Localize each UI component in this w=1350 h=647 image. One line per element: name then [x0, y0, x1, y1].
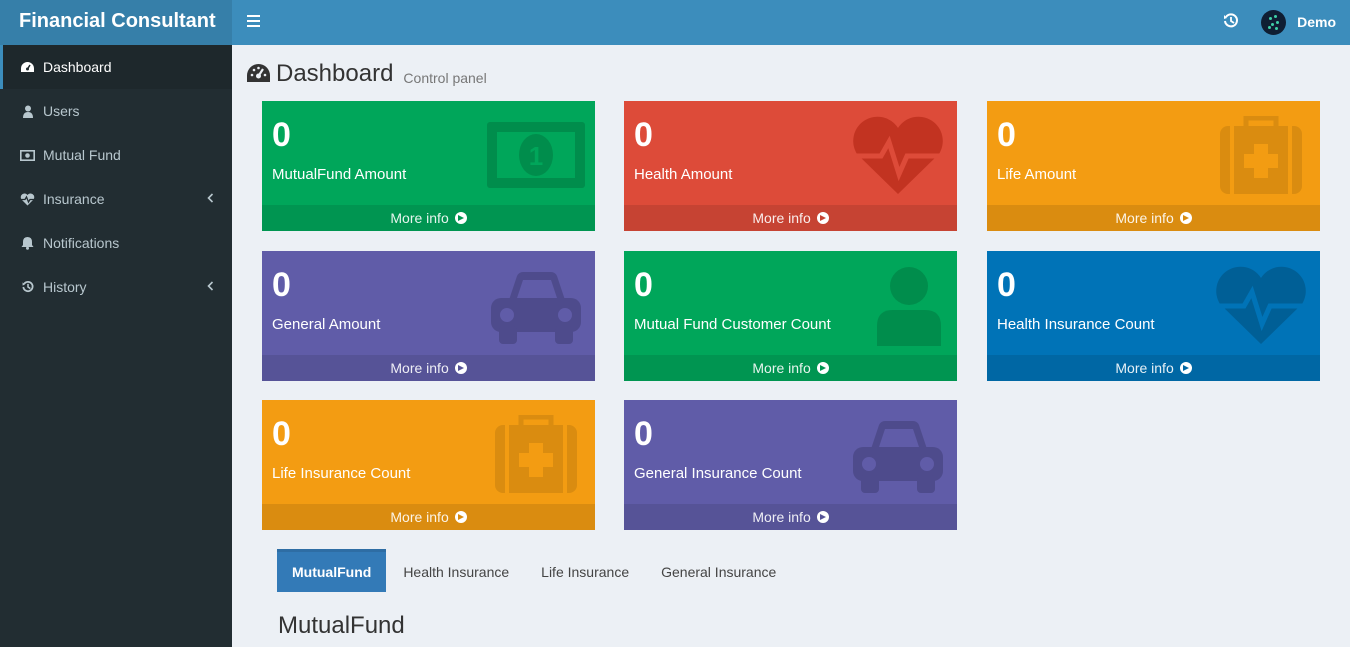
dashboard-icon	[247, 64, 270, 82]
sidebar-item-notifications[interactable]: Notifications	[0, 221, 232, 265]
dashboard-icon	[20, 60, 35, 75]
sidebar-item-history[interactable]: History	[0, 265, 232, 309]
hamburger-icon-bar	[247, 15, 260, 17]
page-subtitle: Control panel	[403, 70, 487, 86]
user-icon	[877, 267, 941, 346]
history-icon	[1224, 13, 1238, 28]
box-value: 0	[272, 415, 291, 453]
info-box-life-insurance-count: 0 Life Insurance Count More info	[262, 400, 595, 530]
box-value: 0	[997, 266, 1016, 304]
info-box-mutual-fund-customer-count: 0 Mutual Fund Customer Count More info	[624, 251, 957, 381]
info-box-health-insurance-count: 0 Health Insurance Count More info	[987, 251, 1320, 381]
box-label: Life Amount	[997, 166, 1077, 183]
tab-health-insurance[interactable]: Health Insurance	[388, 549, 524, 592]
info-box-general-insurance-count: 0 General Insurance Count More info	[624, 400, 957, 530]
more-info-link[interactable]: More info	[262, 205, 595, 231]
medkit-icon	[1220, 116, 1302, 194]
box-label: Life Insurance Count	[272, 465, 411, 482]
sidebar-item-label: Mutual Fund	[43, 147, 121, 163]
page-title: Dashboard	[276, 60, 394, 87]
user-menu[interactable]: Demo	[1261, 8, 1336, 36]
box-label: Health Amount	[634, 166, 733, 183]
sidebar-item-mutual-fund[interactable]: Mutual Fund	[0, 133, 232, 177]
box-label: Health Insurance Count	[997, 316, 1155, 333]
bell-icon	[20, 236, 35, 251]
user-icon	[20, 104, 35, 119]
heartbeat-icon	[20, 192, 35, 207]
more-info-link[interactable]: More info	[262, 355, 595, 381]
box-label: General Insurance Count	[634, 465, 802, 482]
top-navbar: Demo	[232, 0, 1350, 45]
tab-mutualfund[interactable]: MutualFund	[277, 549, 387, 592]
more-info-link[interactable]: More info	[624, 355, 957, 381]
sidebar-item-users[interactable]: Users	[0, 89, 232, 133]
box-label: MutualFund Amount	[272, 166, 407, 183]
avatar	[1261, 9, 1287, 35]
sidebar-toggle-button[interactable]	[242, 12, 264, 32]
info-box-general-amount: 0 General Amount More info	[262, 251, 595, 381]
info-box-life-amount: 0 Life Amount More info	[987, 101, 1320, 231]
sidebar-item-label: History	[43, 279, 87, 295]
app-logo[interactable]: Financial Consultant	[0, 0, 232, 45]
box-value: 0	[272, 116, 291, 154]
info-box-health-amount: 0 Health Amount More info	[624, 101, 957, 231]
sidebar-item-label: Insurance	[43, 191, 105, 207]
sidebar-item-insurance[interactable]: Insurance	[0, 177, 232, 221]
more-info-link[interactable]: More info	[262, 504, 595, 530]
money-icon	[20, 148, 35, 163]
sidebar-item-label: Notifications	[43, 235, 120, 251]
tab-life-insurance[interactable]: Life Insurance	[526, 549, 644, 592]
svg-text:1: 1	[529, 141, 543, 171]
box-value: 0	[634, 116, 653, 154]
more-info-link[interactable]: More info	[987, 355, 1320, 381]
history-icon	[20, 280, 35, 295]
box-label: Mutual Fund Customer Count	[634, 316, 831, 333]
box-value: 0	[634, 415, 653, 453]
chevron-left-icon	[207, 281, 214, 291]
more-info-link[interactable]: More info	[987, 205, 1320, 231]
user-name: Demo	[1297, 14, 1336, 30]
more-info-link[interactable]: More info	[624, 205, 957, 231]
history-button[interactable]	[1222, 12, 1240, 30]
heartbeat-icon	[849, 116, 947, 194]
info-box-mutualfund-amount: 0 MutualFund Amount 1 More info	[262, 101, 595, 231]
section-title: MutualFund	[278, 612, 405, 639]
more-info-link[interactable]: More info	[624, 504, 957, 530]
sidebar-item-label: Dashboard	[43, 59, 112, 75]
tab-general-insurance[interactable]: General Insurance	[646, 549, 791, 592]
hamburger-icon-bar	[247, 20, 260, 22]
medkit-icon	[495, 415, 577, 493]
chevron-left-icon	[207, 193, 214, 203]
box-value: 0	[634, 266, 653, 304]
content-header: Dashboard Control panel	[246, 60, 487, 88]
car-icon	[491, 272, 581, 344]
box-label: General Amount	[272, 316, 381, 333]
sidebar-item-label: Users	[43, 103, 80, 119]
hamburger-icon-bar	[247, 25, 260, 27]
heartbeat-icon	[1212, 266, 1310, 344]
insurance-tabs: MutualFund Health Insurance Life Insuran…	[277, 549, 793, 592]
money-icon: 1	[487, 122, 585, 188]
car-icon	[853, 421, 943, 493]
box-value: 0	[272, 266, 291, 304]
sidebar-item-dashboard[interactable]: Dashboard	[0, 45, 232, 89]
sidebar: Dashboard Users Mutual Fund Insurance No…	[0, 45, 232, 647]
box-value: 0	[997, 116, 1016, 154]
